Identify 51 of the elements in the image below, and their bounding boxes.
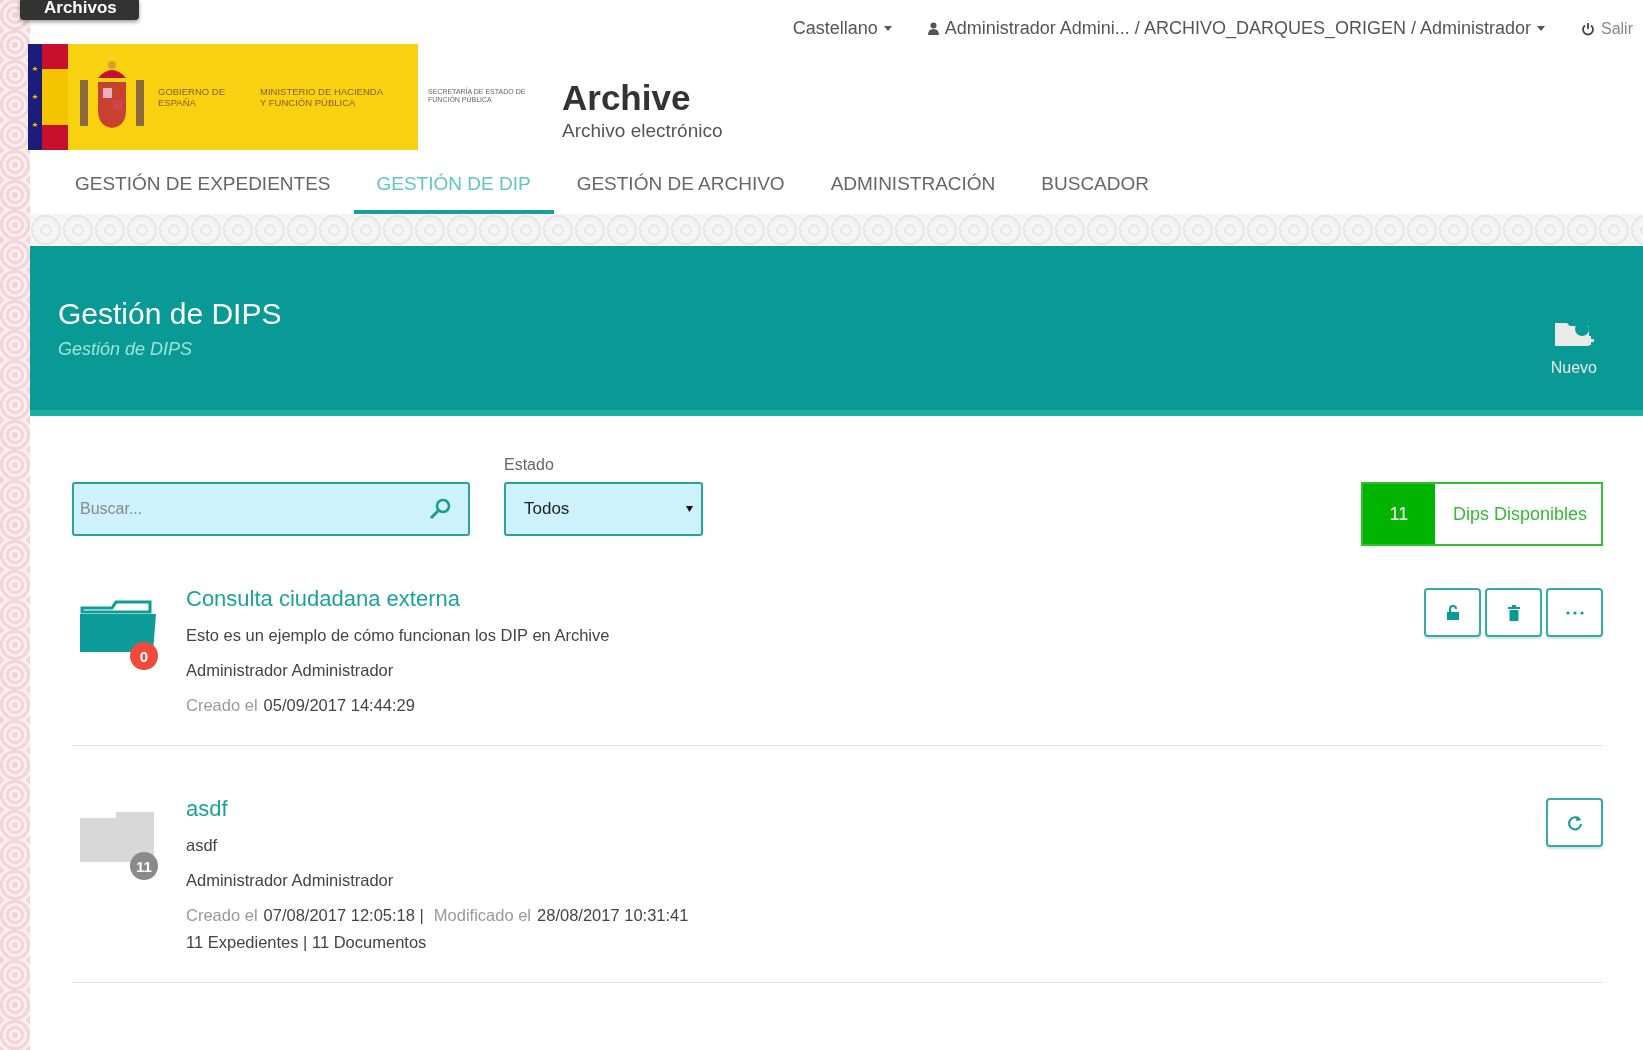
more-icon (1565, 610, 1584, 615)
count-badge: 11 (130, 852, 158, 880)
new-button[interactable]: Nuevo (1544, 318, 1603, 378)
power-icon (1581, 21, 1595, 36)
count-badge: 0 (130, 642, 158, 670)
refresh-button[interactable] (1546, 798, 1603, 847)
unlock-button[interactable] (1424, 588, 1481, 637)
date-label: Creado el (186, 906, 258, 925)
date-label: Creado el (186, 696, 258, 715)
nav-tab[interactable]: ADMINISTRACIÓN (807, 158, 1019, 214)
government-name: GOBIERNO DE ESPAÑA (158, 86, 227, 108)
archivos-tab[interactable]: Archivos (20, 0, 139, 20)
filter-label: Estado (504, 456, 555, 474)
nav-tab[interactable]: GESTIÓN DE ARCHIVO (553, 158, 808, 214)
caret-icon (686, 506, 693, 512)
logout-button[interactable]: Salir (1581, 18, 1633, 39)
search-field[interactable]: Buscar... (72, 482, 470, 536)
author-name: Administrador Administrador (186, 661, 395, 680)
date-value: 05/09/2017 14:44:29 (263, 696, 415, 715)
user-icon (927, 22, 939, 35)
status-dropdown[interactable]: Todos (504, 482, 703, 536)
date-value: 07/08/2017 12:05:18 | (263, 906, 424, 925)
app-subtitle: Archivo electrónico (562, 120, 723, 142)
trash-icon (1506, 604, 1521, 621)
ministry-name: MINISTERIO DE HACIENDA Y FUNCIÓN PÚBLICA (260, 86, 384, 108)
page-title: Gestión de DIPS (58, 296, 282, 331)
search-icon (428, 497, 452, 521)
language-dropdown[interactable]: Castellano (792, 18, 892, 39)
dip-description: asdf (186, 836, 219, 855)
dip-title-link[interactable]: asdf (186, 796, 1546, 822)
page-subtitle: Gestión de DIPS (58, 338, 194, 360)
author-name: Administrador Administrador (186, 871, 395, 890)
delete-button[interactable] (1485, 588, 1542, 637)
count-badge: 11 (1362, 484, 1435, 544)
nav-tab[interactable]: BUSCADOR (1018, 158, 1172, 214)
caret-icon (883, 26, 892, 31)
caret-icon (1537, 26, 1545, 31)
more-button[interactable] (1546, 588, 1603, 637)
flag-stripe-icon (28, 44, 68, 150)
available-dips-counter: 11 Dips Disponibles (1360, 482, 1603, 546)
refresh-icon (1565, 813, 1584, 832)
unlock-icon (1444, 604, 1461, 621)
date-label: Modificado el (433, 906, 532, 925)
nav-tab[interactable]: GESTIÓN DE EXPEDIENTES (52, 158, 354, 214)
dip-title-link[interactable]: Consulta ciudadana externa (186, 586, 1424, 612)
dip-description: Esto es un ejemplo de cómo funcionan los DIP en Archive (186, 626, 611, 645)
item-counts: 11 Expedientes | 11 Documentos (186, 933, 428, 952)
app-title: Archive (562, 78, 692, 118)
folder-icon (78, 598, 158, 654)
date-value: 28/08/2017 10:31:41 (537, 906, 689, 925)
user-menu[interactable]: Administrador Admini... / ARCHIVO_DARQUES_ORIGEN / Administrador (927, 18, 1545, 39)
